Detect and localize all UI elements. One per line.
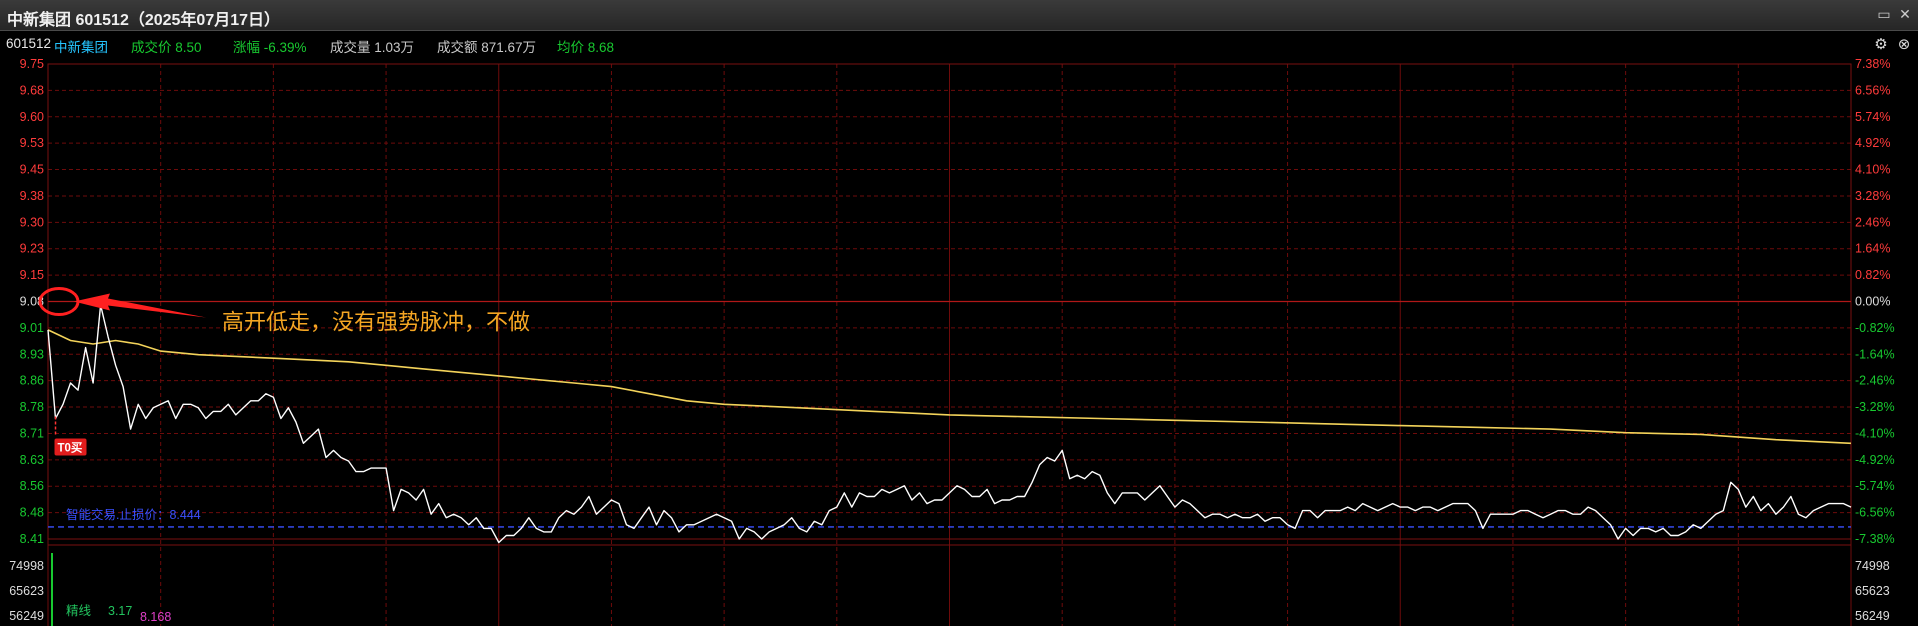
volume-right-tick-0: 74998 (1855, 559, 1890, 573)
buy-marker-label: T0买 (58, 441, 83, 454)
left-tick-17: 8.48 (20, 506, 44, 520)
left-tick-5: 9.38 (20, 189, 44, 203)
window-titlebar: 中新集团 601512（2025年07月17日） ▭ ✕ (0, 0, 1918, 31)
right-tick-16: -5.74% (1855, 479, 1895, 493)
stock-code: 601512 (6, 36, 52, 51)
right-tick-1: 6.56% (1855, 83, 1890, 97)
window-title: 中新集团 601512（2025年07月17日） (7, 12, 281, 29)
right-tick-4: 4.10% (1855, 163, 1890, 177)
left-tick-14: 8.71 (20, 426, 44, 440)
right-tick-15: -4.92% (1855, 453, 1895, 467)
right-tick-17: -6.56% (1855, 506, 1895, 520)
volume-left-axis: 74998 65623 56249 (9, 559, 44, 623)
right-tick-5: 3.28% (1855, 189, 1890, 203)
volume-right-tick-1: 65623 (1855, 584, 1890, 598)
volume-right-tick-2: 56249 (1855, 609, 1890, 623)
left-tick-0: 9.75 (20, 57, 44, 71)
stock-name[interactable]: 中新集团 (54, 36, 108, 56)
left-tick-4: 9.45 (20, 163, 44, 177)
volume-field: 成交量 1.03万 (330, 40, 415, 55)
right-tick-8: 0.82% (1855, 268, 1890, 282)
price-field: 成交价 8.50 (131, 40, 202, 55)
volume-overlay-label-2: 8.168 (140, 610, 171, 624)
right-tick-18: -7.38% (1855, 532, 1895, 546)
close-icon[interactable]: ✕ (1897, 6, 1913, 22)
right-tick-13: -3.28% (1855, 400, 1895, 414)
right-tick-6: 2.46% (1855, 215, 1890, 229)
intraday-chart[interactable]: 9.759.689.609.539.459.389.309.239.159.08… (0, 55, 1918, 626)
right-tick-10: -0.82% (1855, 321, 1895, 335)
left-tick-2: 9.60 (20, 110, 44, 124)
volume-left-tick-1: 65623 (9, 584, 44, 598)
left-tick-7: 9.23 (20, 242, 44, 256)
left-tick-8: 9.15 (20, 268, 44, 282)
annotation-text: 高开低走，没有强势脉冲，不做 (222, 311, 530, 336)
right-tick-0: 7.38% (1855, 57, 1890, 71)
close-circle-icon[interactable]: ⊗ (1895, 36, 1913, 54)
restore-window-icon[interactable]: ▭ (1876, 6, 1892, 22)
volume-left-tick-2: 56249 (9, 609, 44, 623)
left-tick-6: 9.30 (20, 215, 44, 229)
amount-field: 成交额 871.67万 (437, 40, 537, 55)
left-tick-18: 8.41 (20, 532, 44, 546)
right-tick-9: 0.00% (1855, 295, 1890, 309)
left-tick-13: 8.78 (20, 400, 44, 414)
volume-overlay-label-1: 3.17 (108, 604, 132, 618)
right-tick-3: 4.92% (1855, 136, 1890, 150)
left-tick-10: 9.01 (20, 321, 44, 335)
volume-overlay-label-0: 精线 (66, 604, 92, 618)
stop-loss-label: 智能交易.止损价：8.444 (66, 507, 201, 522)
right-tick-11: -1.64% (1855, 347, 1895, 361)
right-tick-14: -4.10% (1855, 426, 1895, 440)
volume-right-axis: 74998 65623 56249 (1855, 559, 1890, 623)
left-tick-3: 9.53 (20, 136, 44, 150)
left-tick-15: 8.63 (20, 453, 44, 467)
avg-price-field: 均价 8.68 (557, 40, 615, 55)
right-tick-7: 1.64% (1855, 242, 1890, 256)
left-tick-11: 8.93 (20, 347, 44, 361)
left-tick-16: 8.56 (20, 479, 44, 493)
volume-left-tick-0: 74998 (9, 559, 44, 573)
quote-info-bar: 601512 中新集团 成交价 8.50 涨幅 -6.39% 成交量 1.03万… (0, 31, 1918, 55)
left-tick-1: 9.68 (20, 83, 44, 97)
right-tick-2: 5.74% (1855, 110, 1890, 124)
gear-icon[interactable]: ⚙ (1872, 36, 1890, 54)
left-tick-12: 8.86 (20, 374, 44, 388)
volume-bar-0 (51, 553, 53, 626)
right-tick-12: -2.46% (1855, 374, 1895, 388)
change-field: 涨幅 -6.39% (233, 40, 307, 55)
volume-bars (51, 553, 53, 626)
